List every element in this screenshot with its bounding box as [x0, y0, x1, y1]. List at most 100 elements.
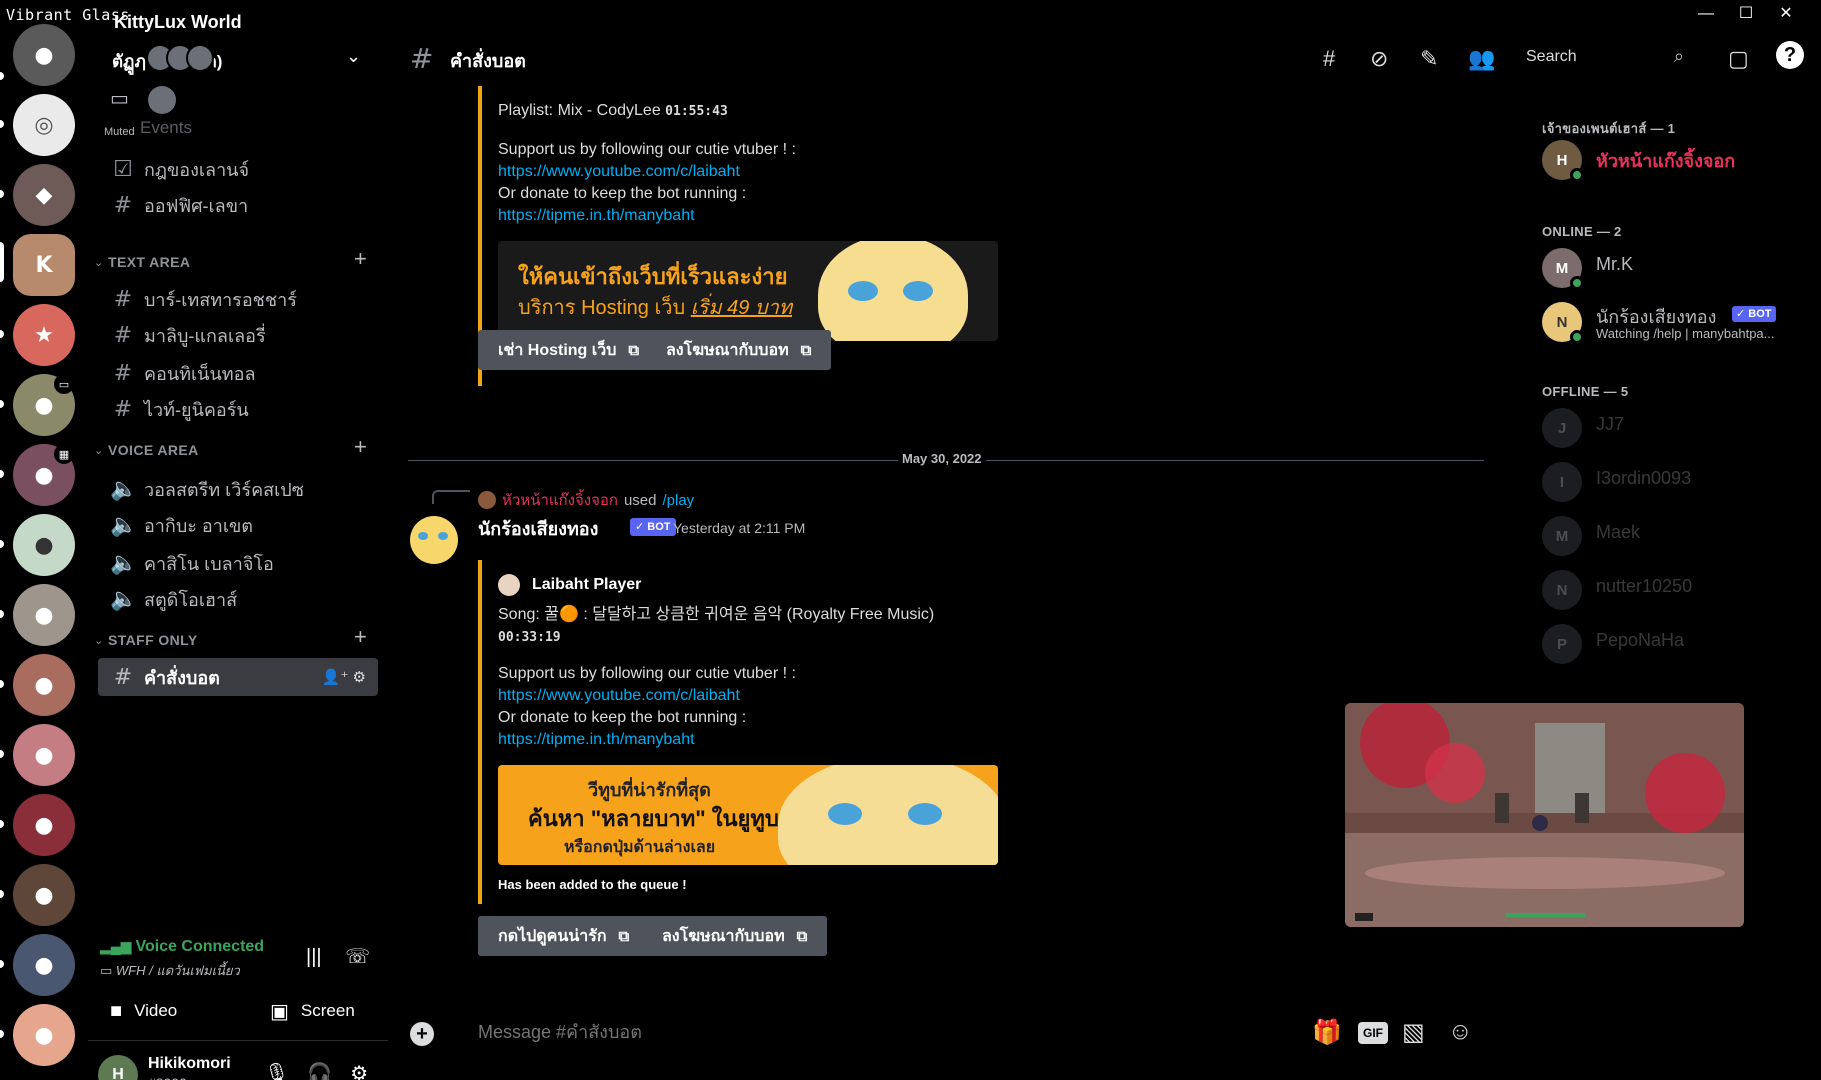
member-offline[interactable]: J JJ7 — [1542, 406, 1812, 450]
member-online[interactable]: M Mr.K — [1542, 246, 1812, 290]
pin-icon[interactable]: ✎ — [1420, 46, 1438, 72]
events-label[interactable]: Events — [140, 118, 192, 138]
voice-channel-3[interactable]: 🔈 คาสิโน เบลาจิโอ — [88, 544, 378, 582]
username[interactable]: Hikikomori — [148, 1055, 231, 1073]
member-name: Mr.K — [1596, 254, 1634, 274]
channel-text-2[interactable]: # มาลิบู-แกลเลอรี่ — [88, 316, 378, 354]
reply-reference[interactable]: หัวหน้าแก๊งจิ้งจอก used /play — [478, 488, 694, 512]
gift-icon[interactable]: 🎁 — [1312, 1018, 1342, 1047]
minimize-button[interactable]: — — [1695, 4, 1717, 24]
vtuber-eye — [828, 803, 862, 825]
channel-text-3[interactable]: # คอนทิเน็นทอล — [88, 354, 378, 392]
server-icon-3[interactable]: ◆ — [13, 164, 75, 226]
search-input[interactable]: Search ⌕ — [1516, 40, 1690, 74]
vtuber-banner-image[interactable]: วีทูบที่น่ารักที่สุด ค้นหา "หลายบาท" ในย… — [498, 765, 998, 865]
channel-header: # คำสั่งบอต # ⊘ ✎ 👥 Search ⌕ ▢ ? — [388, 28, 1821, 86]
message-timestamp: Yesterday at 2:11 PM — [673, 520, 806, 536]
provider-avatar — [498, 574, 520, 596]
server-icon-15[interactable]: ● — [13, 1004, 75, 1066]
category-voice-area[interactable]: ⌄ VOICE AREA + — [94, 434, 384, 462]
hosting-banner-image[interactable]: ให้คนเข้าถึงเว็บที่เร็วและง่าย บริการ Ho… — [498, 241, 998, 341]
advertise-link-button[interactable]: ลงโฆษณากับบอท ⧉ — [642, 916, 828, 956]
youtube-link[interactable]: https://www.youtube.com/c/laibaht — [498, 163, 740, 180]
chevron-down-icon: ⌄ — [94, 256, 104, 269]
avatar[interactable]: H — [98, 1055, 138, 1080]
voice-channel-4[interactable]: 🔈 สตูดิโอเฮาส์ — [88, 580, 378, 618]
server-icon-kittylux[interactable]: K — [13, 234, 75, 296]
server-icon-1[interactable]: ● — [13, 24, 75, 86]
maximize-button[interactable]: ☐ — [1735, 4, 1757, 24]
member-list-icon[interactable]: 👥 — [1468, 46, 1495, 72]
voice-channel-1[interactable]: 🔈 วอลสตรีท เวิร์คสเปซ — [88, 470, 378, 508]
avatar[interactable] — [410, 516, 458, 564]
sticker-icon[interactable]: ▧ — [1402, 1018, 1425, 1047]
add-channel-icon[interactable]: + — [354, 246, 367, 272]
member-offline[interactable]: I I3ordin0093 — [1542, 460, 1812, 504]
voice-channel-2[interactable]: 🔈 อากิบะ อาเขต — [88, 506, 378, 544]
help-icon[interactable]: ? — [1776, 41, 1804, 69]
channel-text-4[interactable]: # ไวท์-ยูนิคอร์น — [88, 390, 378, 428]
mute-bell-icon[interactable]: ⊘ — [1370, 46, 1388, 72]
server-icon-13[interactable]: ● — [13, 864, 75, 926]
date-divider-label: May 30, 2022 — [898, 451, 986, 466]
gif-button[interactable]: GIF — [1358, 1022, 1388, 1044]
disconnect-icon[interactable]: ☏ — [345, 946, 370, 968]
chevron-down-icon[interactable]: ⌄ — [346, 46, 361, 67]
server-icon-12[interactable]: ● — [13, 794, 75, 856]
add-channel-icon[interactable]: + — [354, 624, 367, 650]
stream-video-popout[interactable] — [1345, 703, 1744, 927]
unread-pill — [0, 1030, 4, 1038]
category-text-area[interactable]: ⌄ TEXT AREA + — [94, 246, 384, 274]
chevron-down-icon: ⌄ — [94, 634, 104, 647]
member-owner[interactable]: H หัวหน้าแก๊งจิ้งจอก — [1542, 138, 1812, 182]
unread-pill — [0, 960, 4, 968]
inbox-icon[interactable]: ▢ — [1728, 46, 1749, 72]
voice-controls: ||| ☏ — [306, 944, 370, 969]
upload-plus-icon[interactable]: + — [410, 1022, 434, 1046]
invite-settings-icons[interactable]: 👤⁺ ⚙ — [322, 668, 366, 686]
channel-text-1[interactable]: # บาร์-เทสทารอชชาร์ — [88, 280, 378, 318]
server-icon-2[interactable]: ◎ — [13, 94, 75, 156]
server-icon-5[interactable]: ★ — [13, 304, 75, 366]
channel-rules[interactable]: ☑ กฎของเลานจ์ — [88, 150, 378, 188]
reply-author[interactable]: หัวหน้าแก๊งจิ้งจอก — [502, 488, 618, 512]
member-offline[interactable]: P PepoNaHa — [1542, 622, 1812, 666]
watch-vtuber-button[interactable]: กดไปดูคนน่ารัก ⧉ — [478, 916, 650, 956]
server-icon-9[interactable]: ● — [13, 584, 75, 646]
server-icon-8[interactable]: ● — [13, 514, 75, 576]
microphone-icon[interactable]: 🎙 — [264, 1061, 289, 1080]
server-icon-14[interactable]: ● — [13, 934, 75, 996]
channel-office[interactable]: # ออฟฟิศ-เลขา — [88, 186, 378, 224]
voice-status[interactable]: ▂▄▆ Voice Connected — [100, 938, 264, 956]
donate-link[interactable]: https://tipme.in.th/manybaht — [498, 207, 695, 224]
server-icon-10[interactable]: ● — [13, 654, 75, 716]
close-window-button[interactable]: ✕ — [1775, 4, 1797, 24]
headphones-icon[interactable]: 🎧 — [307, 1061, 332, 1080]
member-online[interactable]: N นักร้องเสียงทอง ✓ BOT Watching /help |… — [1542, 300, 1812, 344]
noise-suppression-icon[interactable]: ||| — [306, 946, 322, 968]
guild-header[interactable]: KittyLux World ตัฏูฦ (นิวยอร์ก) ⌄ — [88, 12, 388, 86]
advertise-link-button[interactable]: ลงโฆษณากับบอท ⧉ — [646, 330, 832, 370]
reply-command[interactable]: /play — [662, 492, 694, 509]
video-button[interactable]: ■ Video — [110, 992, 177, 1030]
message-author[interactable]: นักร้องเสียงทอง — [478, 514, 598, 543]
member-name: I3ordin0093 — [1596, 468, 1692, 488]
external-link-icon: ⧉ — [618, 927, 630, 945]
add-channel-icon[interactable]: + — [354, 434, 367, 460]
vtuber-eye — [903, 281, 933, 301]
message-input[interactable] — [478, 1022, 1178, 1043]
threads-icon[interactable]: # — [1323, 46, 1335, 72]
member-offline[interactable]: Nnutter10250 — [1542, 568, 1812, 612]
youtube-link[interactable]: https://www.youtube.com/c/laibaht — [498, 687, 740, 704]
channel-bot-commands[interactable]: # คำสั่งบอต 👤⁺ ⚙ — [98, 658, 378, 696]
screen-button[interactable]: ▣ Screen — [270, 992, 355, 1030]
emoji-icon[interactable]: ☺ — [1448, 1018, 1473, 1046]
category-staff-only[interactable]: ⌄ STAFF ONLY + — [94, 624, 384, 652]
voice-channel-name[interactable]: ▭ WFH / แดวันเฟมเนี้ยว — [100, 960, 240, 981]
member-offline[interactable]: M Maek — [1542, 514, 1812, 558]
settings-gear-icon[interactable]: ⚙ — [350, 1061, 368, 1080]
donate-link[interactable]: https://tipme.in.th/manybaht — [498, 731, 695, 748]
member-name: หัวหน้าแก๊งจิ้งจอก — [1596, 151, 1736, 171]
hosting-link-button[interactable]: เช่า Hosting เว็บ ⧉ — [478, 330, 660, 370]
server-icon-11[interactable]: ● — [13, 724, 75, 786]
